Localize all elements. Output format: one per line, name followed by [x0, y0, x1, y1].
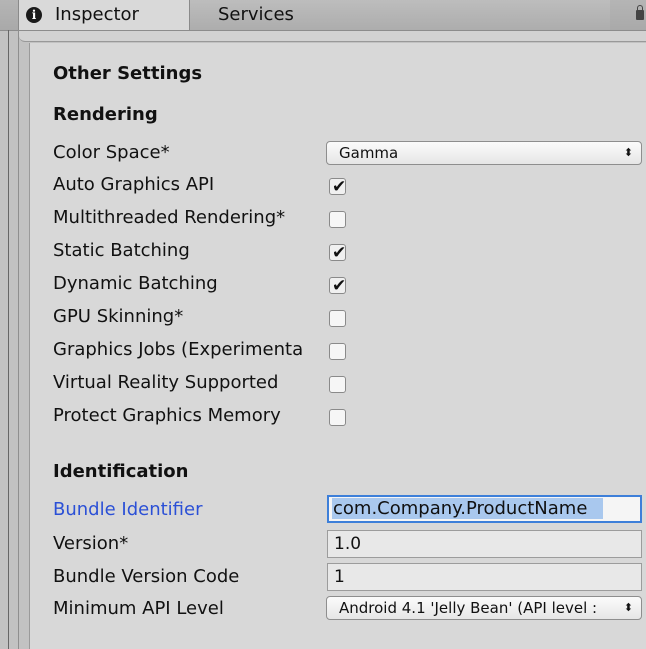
identification-heading: Identification [53, 461, 189, 482]
checkbox[interactable] [329, 376, 346, 393]
rendering-heading: Rendering [53, 104, 158, 125]
bundle-identifier-value: com.Company.ProductName [332, 498, 604, 519]
checkmark-icon: ✔ [332, 243, 347, 263]
tab-inspector-label: Inspector [55, 4, 139, 25]
checkbox-label: Protect Graphics Memory [53, 405, 281, 426]
color-space-value: Gamma [339, 144, 399, 162]
min-api-level-dropdown[interactable]: Android 4.1 'Jelly Bean' (API level : ⬍ [326, 596, 642, 620]
version-value: 1.0 [334, 534, 362, 554]
checkbox[interactable]: ✔ [329, 243, 347, 263]
bundle-version-code-value: 1 [334, 567, 345, 587]
checkbox-label: Dynamic Batching [53, 273, 218, 294]
dropdown-arrow-icon: ⬍ [623, 146, 633, 159]
checkbox-label: Multithreaded Rendering* [53, 207, 286, 228]
checkbox[interactable] [329, 211, 346, 228]
previous-section-footer [19, 31, 646, 42]
checkmark-icon: ✔ [332, 276, 347, 296]
bundle-identifier-field[interactable]: com.Company.ProductName [327, 495, 642, 523]
checkbox-label: Auto Graphics API [53, 174, 215, 195]
info-icon: i [26, 7, 42, 23]
checkbox[interactable]: ✔ [329, 276, 347, 296]
section-title[interactable]: Other Settings [53, 63, 202, 84]
frame-border [8, 30, 9, 649]
tab-services[interactable]: Services [190, 0, 610, 30]
color-space-dropdown[interactable]: Gamma ⬍ [326, 141, 642, 165]
bundle-version-code-field[interactable]: 1 [327, 563, 642, 591]
tab-bar: Inspector i Services [0, 0, 646, 31]
checkbox-label: GPU Skinning* [53, 306, 184, 327]
version-field[interactable]: 1.0 [327, 530, 642, 558]
checkbox[interactable] [329, 310, 346, 327]
min-api-level-value: Android 4.1 'Jelly Bean' (API level : [339, 599, 598, 617]
bundle-identifier-label: Bundle Identifier [53, 499, 203, 520]
color-space-label: Color Space* [53, 142, 170, 163]
checkbox-label: Virtual Reality Supported [53, 372, 279, 393]
checkbox[interactable]: ✔ [329, 177, 347, 197]
frame-border-inner [18, 30, 19, 649]
lock-icon[interactable] [636, 5, 644, 20]
version-label: Version* [53, 533, 129, 554]
min-api-level-label: Minimum API Level [53, 598, 224, 619]
checkbox-label: Static Batching [53, 240, 190, 261]
dropdown-arrow-icon: ⬍ [623, 601, 633, 614]
checkmark-icon: ✔ [332, 177, 347, 197]
checkbox[interactable] [329, 343, 346, 360]
tab-inspector[interactable]: Inspector [18, 0, 190, 30]
checkbox-label: Graphics Jobs (Experimenta [53, 339, 304, 360]
bundle-version-code-label: Bundle Version Code [53, 566, 240, 587]
checkbox[interactable] [329, 409, 346, 426]
tab-services-label: Services [218, 4, 294, 25]
